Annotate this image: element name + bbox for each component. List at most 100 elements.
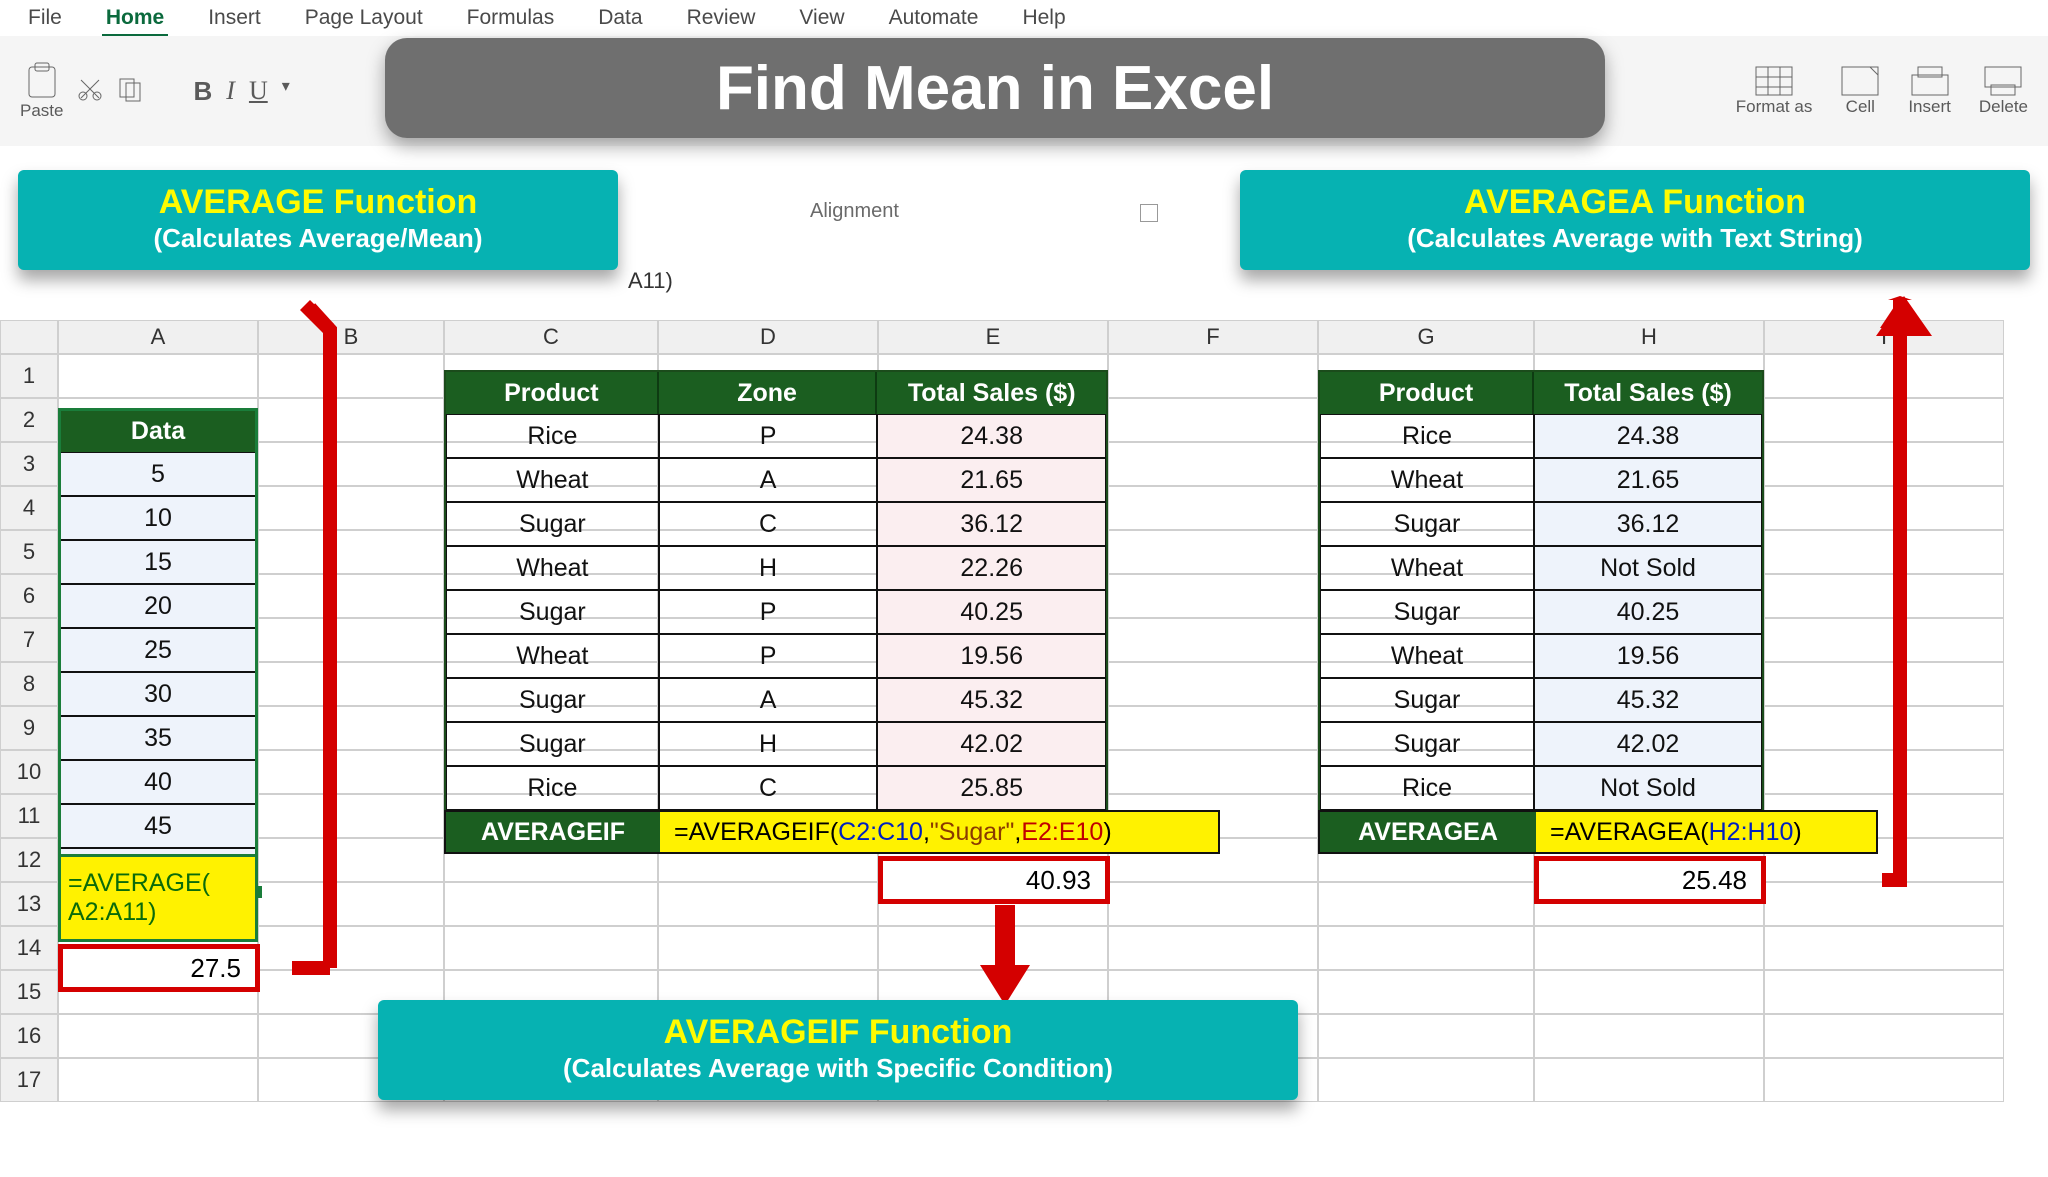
data-cell[interactable]: Wheat: [446, 634, 659, 678]
paste-button[interactable]: Paste: [20, 61, 63, 121]
data-cell[interactable]: Rice: [446, 414, 659, 458]
data-cell[interactable]: P: [659, 414, 878, 458]
menu-help[interactable]: Help: [1018, 4, 1069, 38]
data-cell[interactable]: P: [659, 590, 878, 634]
data-cell[interactable]: Rice: [1320, 766, 1534, 810]
row-header[interactable]: 3: [0, 442, 58, 486]
row-header[interactable]: 8: [0, 662, 58, 706]
data-cell[interactable]: A: [659, 458, 878, 502]
menu-view[interactable]: View: [795, 4, 848, 38]
cell[interactable]: [1108, 926, 1318, 970]
data-cell[interactable]: Not Sold: [1534, 766, 1762, 810]
data-cell[interactable]: H: [659, 546, 878, 590]
data-cell[interactable]: Sugar: [446, 502, 659, 546]
bold-button[interactable]: B: [193, 76, 212, 107]
data-cell[interactable]: Wheat: [1320, 458, 1534, 502]
data-cell[interactable]: 42.02: [1534, 722, 1762, 766]
data-cell[interactable]: Sugar: [1320, 678, 1534, 722]
data-cell[interactable]: 36.12: [877, 502, 1106, 546]
cell[interactable]: [1764, 1058, 2004, 1102]
row-header[interactable]: 14: [0, 926, 58, 970]
data-cell[interactable]: C: [659, 502, 878, 546]
cell[interactable]: [1318, 882, 1534, 926]
row-header[interactable]: 9: [0, 706, 58, 750]
cell[interactable]: [258, 442, 444, 486]
select-all-corner[interactable]: [0, 320, 58, 354]
row-header[interactable]: 4: [0, 486, 58, 530]
dialog-launcher-icon[interactable]: [1140, 204, 1158, 222]
cell[interactable]: [258, 574, 444, 618]
cut-icon[interactable]: [77, 76, 103, 107]
data-cell[interactable]: 40: [60, 760, 256, 804]
data-cell[interactable]: Wheat: [1320, 546, 1534, 590]
data-cell[interactable]: Rice: [446, 766, 659, 810]
cell[interactable]: [258, 838, 444, 882]
data-cell[interactable]: 35: [60, 716, 256, 760]
data-cell[interactable]: Sugar: [1320, 502, 1534, 546]
col-header-H[interactable]: H: [1534, 320, 1764, 354]
data-cell[interactable]: H: [659, 722, 878, 766]
cell[interactable]: [1318, 970, 1534, 1014]
cell[interactable]: [58, 354, 258, 398]
cell[interactable]: [444, 926, 658, 970]
row-header[interactable]: 5: [0, 530, 58, 574]
data-cell[interactable]: Not Sold: [1534, 546, 1762, 590]
copy-icon[interactable]: [117, 76, 143, 107]
data-cell[interactable]: 10: [60, 496, 256, 540]
data-cell[interactable]: 24.38: [1534, 414, 1762, 458]
cell[interactable]: [1108, 442, 1318, 486]
insert-cells-button[interactable]: Insert: [1908, 65, 1951, 117]
data-cell[interactable]: 15: [60, 540, 256, 584]
row-header[interactable]: 17: [0, 1058, 58, 1102]
format-as-table-button[interactable]: Format as: [1736, 65, 1813, 117]
cell[interactable]: [658, 882, 878, 926]
col-header-A[interactable]: A: [58, 320, 258, 354]
row-header[interactable]: 6: [0, 574, 58, 618]
cell[interactable]: [258, 530, 444, 574]
col-header-C[interactable]: C: [444, 320, 658, 354]
row-header[interactable]: 1: [0, 354, 58, 398]
col-header-G[interactable]: G: [1318, 320, 1534, 354]
data-cell[interactable]: 25: [60, 628, 256, 672]
data-cell[interactable]: Sugar: [446, 678, 659, 722]
menu-data[interactable]: Data: [594, 4, 646, 38]
cell[interactable]: [258, 662, 444, 706]
data-cell[interactable]: 36.12: [1534, 502, 1762, 546]
data-cell[interactable]: 30: [60, 672, 256, 716]
col-header-F[interactable]: F: [1108, 320, 1318, 354]
data-cell[interactable]: Sugar: [1320, 722, 1534, 766]
cell[interactable]: [1108, 882, 1318, 926]
data-cell[interactable]: 42.02: [877, 722, 1106, 766]
cell[interactable]: [58, 1014, 258, 1058]
menu-home[interactable]: Home: [102, 4, 168, 38]
cell[interactable]: [1764, 970, 2004, 1014]
data-cell[interactable]: A: [659, 678, 878, 722]
data-cell[interactable]: Sugar: [446, 722, 659, 766]
cell[interactable]: [258, 618, 444, 662]
col-header-E[interactable]: E: [878, 320, 1108, 354]
row-header[interactable]: 13: [0, 882, 58, 926]
row-header[interactable]: 2: [0, 398, 58, 442]
row-header[interactable]: 16: [0, 1014, 58, 1058]
cell[interactable]: [1108, 618, 1318, 662]
cell[interactable]: [1534, 926, 1764, 970]
menu-insert[interactable]: Insert: [204, 4, 265, 38]
cell-styles-button[interactable]: Cell: [1840, 65, 1880, 117]
cell[interactable]: [1534, 970, 1764, 1014]
cell[interactable]: [258, 926, 444, 970]
row-header[interactable]: 15: [0, 970, 58, 1014]
data-cell[interactable]: 45.32: [877, 678, 1106, 722]
cell[interactable]: [1108, 662, 1318, 706]
cell[interactable]: [1108, 398, 1318, 442]
data-cell[interactable]: P: [659, 634, 878, 678]
cell[interactable]: [1108, 750, 1318, 794]
data-cell[interactable]: 24.38: [877, 414, 1106, 458]
menu-formulas[interactable]: Formulas: [463, 4, 559, 38]
cell[interactable]: [1764, 926, 2004, 970]
cell[interactable]: [258, 486, 444, 530]
cell[interactable]: [258, 398, 444, 442]
row-header[interactable]: 11: [0, 794, 58, 838]
cell[interactable]: [258, 794, 444, 838]
cell[interactable]: [1108, 574, 1318, 618]
delete-cells-button[interactable]: Delete: [1979, 65, 2028, 117]
